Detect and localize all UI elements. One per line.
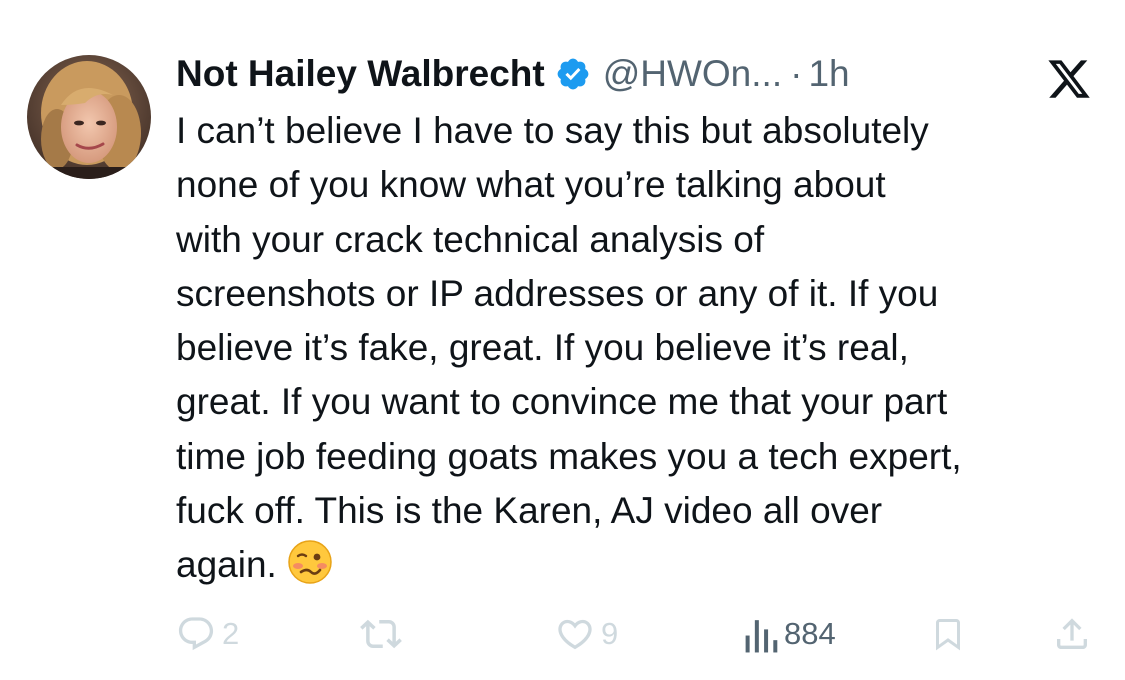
retweet-button[interactable]: [360, 606, 402, 662]
reply-icon: [178, 617, 214, 651]
like-count: 9: [601, 616, 619, 651]
reply-button[interactable]: 2: [176, 606, 239, 662]
tweet-text-line: great. If you want to convince me that y…: [176, 381, 948, 423]
timestamp[interactable]: 1h: [808, 53, 849, 95]
user-handle[interactable]: @HWOn...: [603, 53, 782, 95]
tweet-text-last-line: again.: [176, 538, 1106, 592]
tweet-text-line: with your crack technical analysis of: [176, 218, 765, 260]
tweet-card[interactable]: Not Hailey Walbrecht @HWOn... · 1h I can…: [0, 0, 1125, 680]
display-name[interactable]: Not Hailey Walbrecht: [176, 53, 545, 95]
verified-badge-icon: [555, 56, 591, 92]
share-icon: [1057, 618, 1087, 649]
action-bar: 2 9 884: [0, 606, 1125, 666]
tweet-text-line: I can’t believe I have to say this but a…: [176, 110, 929, 151]
tweet-header: Not Hailey Walbrecht @HWOn... · 1h: [176, 48, 850, 100]
share-button[interactable]: [1052, 606, 1092, 662]
heart-icon: [558, 619, 592, 650]
views-chart-icon: [745, 620, 778, 653]
bookmark-icon: [936, 619, 960, 651]
views-count: 884: [784, 616, 836, 651]
tweet-text-line: again.: [176, 544, 277, 586]
tweet-text-line: fuck off. This is the Karen, AJ video al…: [176, 490, 883, 532]
tweet-text-line: believe it’s fake, great. If you believe…: [176, 327, 909, 369]
profile-photo: [27, 55, 151, 179]
retweet-icon: [360, 619, 402, 649]
tweet-text-line: time job feeding goats makes you a tech …: [176, 435, 962, 477]
tweet-text: I can’t believe I have to say this but a…: [176, 104, 1106, 593]
x-logo-icon: [1046, 56, 1092, 102]
bookmark-button[interactable]: [930, 606, 966, 662]
separator-dot: ·: [790, 53, 803, 94]
woozy-face-emoji: [287, 539, 333, 585]
like-button[interactable]: 9: [555, 606, 618, 662]
reply-count: 2: [222, 616, 240, 651]
tweet-text-line: screenshots or IP addresses or any of it…: [176, 272, 939, 314]
avatar[interactable]: [27, 55, 151, 179]
tweet-text-line: none of you know what you’re talking abo…: [176, 164, 886, 206]
views-button[interactable]: 884: [744, 606, 836, 662]
